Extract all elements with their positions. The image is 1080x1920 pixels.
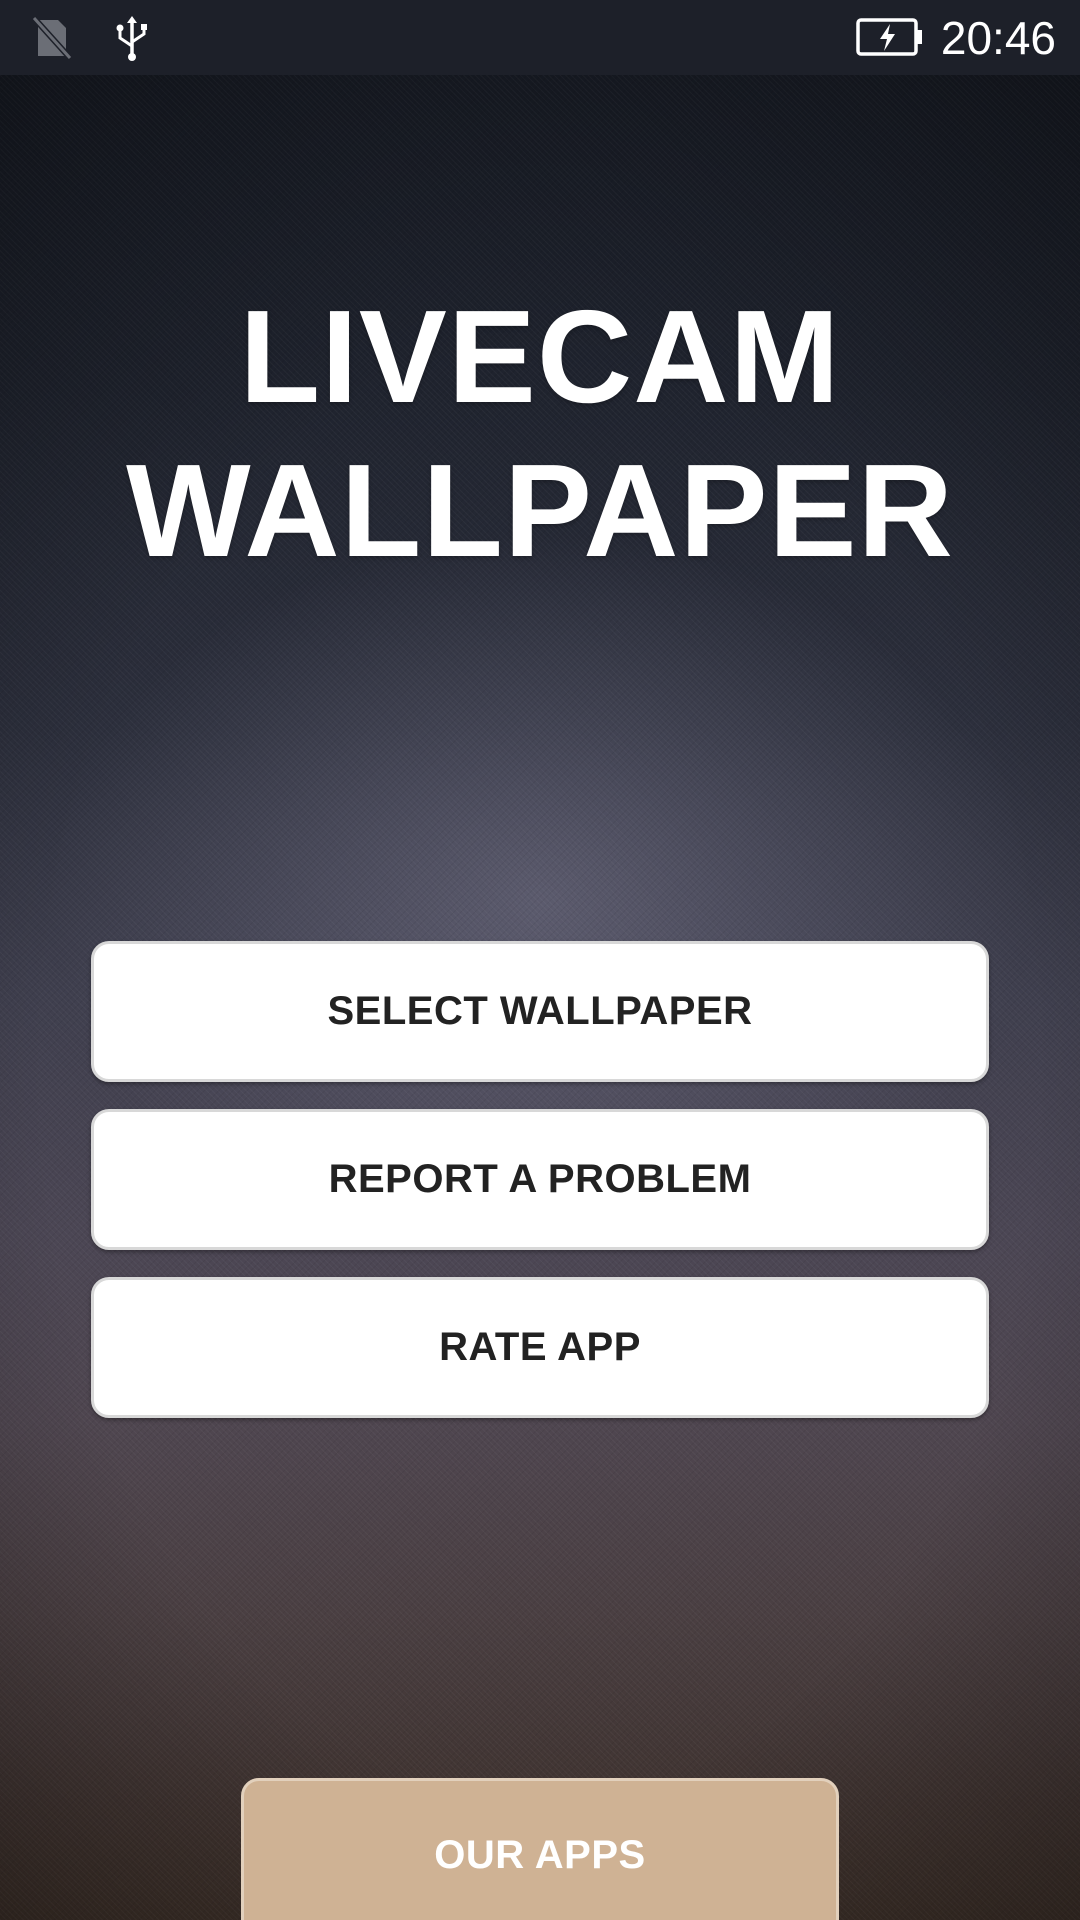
usb-icon	[116, 16, 147, 61]
app-screen: 20:46 LIVECAM WALLPAPER SELECT WALLPAPER…	[0, 0, 1080, 1920]
status-bar: 20:46	[0, 0, 1080, 75]
app-title-line-2: WALLPAPER	[126, 437, 954, 584]
select-wallpaper-button[interactable]: SELECT WALLPAPER	[91, 941, 989, 1082]
status-time: 20:46	[940, 12, 1056, 64]
battery-charging-icon	[856, 18, 922, 56]
rate-app-button[interactable]: RATE APP	[91, 1277, 989, 1418]
app-title: LIVECAM WALLPAPER	[0, 280, 1080, 588]
report-problem-button[interactable]: REPORT A PROBLEM	[91, 1109, 989, 1250]
no-sim-icon	[31, 15, 73, 61]
app-title-line-1: LIVECAM	[239, 283, 841, 430]
our-apps-button[interactable]: OUR APPS	[241, 1778, 839, 1920]
